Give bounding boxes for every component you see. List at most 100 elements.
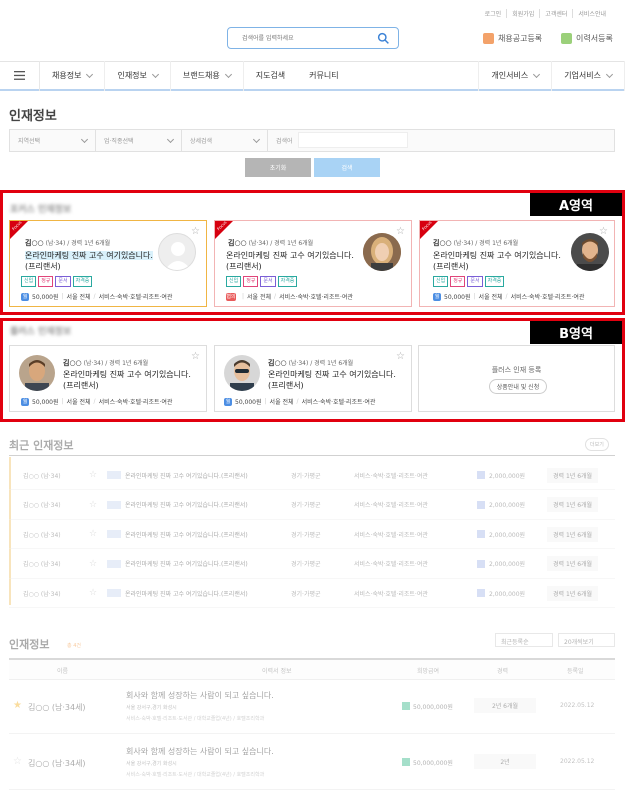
nav-talent-info[interactable]: 인재정보: [105, 60, 171, 91]
search-icon[interactable]: [377, 32, 390, 45]
doc-icon: [483, 33, 494, 44]
chevron-down-icon: [605, 70, 614, 78]
nav-corporate[interactable]: 기업서비스: [552, 60, 625, 91]
resume-title[interactable]: 온라인마케팅 진짜 고수 여기있습니다.(프리랜서): [125, 500, 248, 509]
table-row[interactable]: 김○○ (남·34) ☆ 온라인마케팅 진짜 고수 여기있습니다.(프리랜서) 경기·…: [9, 579, 615, 608]
pay-type-badge: [402, 758, 410, 766]
keyword-label: 검색어: [276, 138, 293, 145]
table-row[interactable]: 김○○ (남·34) ☆ 온라인마케팅 진짜 고수 여기있습니다.(프리랜서) 경기·…: [9, 461, 615, 490]
star-icon[interactable]: ☆: [89, 500, 97, 510]
table-row[interactable]: ☆ 김○○ (남·34세) 회사와 함께 성장하는 사람이 되고 싶습니다. 서울 강…: [9, 736, 615, 790]
career-chip: 경력 1년 6개월: [547, 526, 599, 542]
resume-icon: [107, 530, 121, 538]
table-row[interactable]: ★ 김○○ (남·34세) 회사와 함께 성장하는 사람이 되고 싶습니다. 서울 강…: [9, 680, 615, 734]
star-icon[interactable]: ☆: [89, 529, 97, 539]
recent-title: 최근 인재정보: [9, 439, 74, 452]
star-icon[interactable]: ☆: [599, 226, 608, 237]
page-title: 인재정보: [9, 109, 57, 124]
tag: 정규: [38, 276, 54, 287]
reset-button[interactable]: 초기화: [245, 158, 311, 177]
detail-select[interactable]: 상세검색: [182, 130, 268, 151]
field: 서비스·숙박·호텔·리조트·여관: [354, 561, 428, 568]
plus-card[interactable]: 김○○ (남·34) / 경력 1년 6개월 온라인마케팅 진짜 고수 여기있습…: [214, 345, 412, 412]
sort-select[interactable]: 최근등록순: [495, 633, 553, 647]
pay: 2,000,000원: [489, 472, 526, 480]
candidate-name: 김○○: [63, 359, 82, 367]
plus-apply-button[interactable]: 상품안내 및 신청: [489, 379, 547, 394]
avatar: [19, 355, 55, 391]
tag: 자격증: [72, 276, 93, 287]
nav-personal[interactable]: 개인서비스: [478, 60, 553, 91]
register-date: 2022.05.12: [560, 758, 595, 765]
support-link[interactable]: 고객센터: [539, 9, 572, 18]
focus-card[interactable]: Focus 김○○ (남·34) / 경력 1년 6개월 온라인마케팅 진짜 고…: [419, 220, 615, 307]
star-icon[interactable]: ☆: [13, 756, 22, 767]
avatar: [224, 355, 260, 391]
table-row[interactable]: 김○○ (남·34) ☆ 온라인마케팅 진짜 고수 여기있습니다.(프리랜서) 경기·…: [9, 491, 615, 520]
star-icon[interactable]: ☆: [89, 470, 97, 480]
signup-link[interactable]: 회원가입: [506, 9, 539, 18]
nav-job-info[interactable]: 채용정보: [40, 60, 106, 91]
search-button[interactable]: 검색: [314, 158, 380, 177]
pay-type-badge: [477, 559, 485, 568]
star-icon[interactable]: ☆: [191, 226, 200, 237]
salary-line: 월 50,000원 | 서울 전체 / 서비스·숙박·호텔·리조트·여관: [21, 397, 173, 406]
star-icon[interactable]: ☆: [89, 588, 97, 598]
chevron-down-icon: [533, 70, 541, 78]
region: 경기·가평군: [291, 472, 321, 480]
resume-title[interactable]: 온라인마케팅 진짜 고수 여기있습니다.(프리랜서): [125, 530, 248, 539]
candidate-meta: (남·34) / 경력 1년 6개월: [83, 360, 149, 367]
tag: 문서: [55, 276, 71, 287]
tag: 정규: [243, 276, 259, 287]
menu-icon[interactable]: [0, 60, 40, 91]
career-chip: 경력 1년 6개월: [547, 585, 599, 601]
keyword-input[interactable]: [298, 132, 408, 148]
resume-icon: [107, 559, 121, 568]
resume-button[interactable]: 이력서등록: [561, 33, 613, 44]
job-select[interactable]: 업·직종선택: [96, 130, 182, 151]
star-icon[interactable]: ★: [13, 700, 22, 711]
nav-brand[interactable]: 브랜드채용: [171, 60, 244, 91]
star-icon[interactable]: ☆: [89, 559, 97, 569]
career-chip: 경력 1년 6개월: [547, 467, 599, 483]
resume-title[interactable]: 온라인마케팅 진짜 고수 여기있습니다.(프리랜서): [25, 250, 165, 272]
table-row[interactable]: 김○○ (남·34) ☆ 온라인마케팅 진짜 고수 여기있습니다.(프리랜서) 경기·…: [9, 550, 615, 579]
candidate-name: 김○○ (남·34): [23, 590, 61, 598]
job-post-button[interactable]: 채용공고등록: [483, 33, 542, 44]
resume-title[interactable]: 회사와 함께 성장하는 사람이 되고 싶습니다.: [126, 690, 274, 701]
pay-type-badge: 월: [21, 397, 29, 406]
salary-line: 월 50,000원 | 서울 전체 / 서비스·숙박·호텔·리조트·여관: [224, 397, 376, 406]
more-button[interactable]: 더보기: [585, 438, 609, 451]
star-icon[interactable]: ☆: [396, 351, 405, 362]
tag: 정규: [450, 276, 466, 287]
pay-type-badge: [402, 702, 410, 710]
star-icon[interactable]: ☆: [396, 226, 405, 237]
nav-map[interactable]: 지도검색: [244, 61, 297, 91]
resume-title[interactable]: 온라인마케팅 진짜 고수 여기있습니다.(프리랜서): [63, 369, 203, 391]
star-icon[interactable]: ☆: [191, 351, 200, 362]
plus-card[interactable]: 김○○ (남·34) / 경력 1년 6개월 온라인마케팅 진짜 고수 여기있습…: [9, 345, 207, 412]
career-chip: 경력 1년 6개월: [547, 556, 599, 571]
resume-title[interactable]: 온라인마케팅 진짜 고수 여기있습니다.(프리랜서): [125, 471, 248, 480]
region-select[interactable]: 지역선택: [10, 130, 96, 151]
focus-card[interactable]: Focus 김○○ (남·34) / 경력 1년 6개월 온라인마케팅 진짜 고…: [9, 220, 207, 307]
search-input[interactable]: [228, 28, 368, 48]
login-link[interactable]: 로그인: [480, 9, 507, 18]
resume-title[interactable]: 온라인마케팅 진짜 고수 여기있습니다.(프리랜서): [433, 250, 573, 272]
candidate-name: 김○○: [25, 239, 44, 247]
resume-title[interactable]: 온라인마케팅 진짜 고수 여기있습니다.(프리랜서): [268, 369, 408, 391]
resume-title[interactable]: 회사와 함께 성장하는 사람이 되고 싶습니다.: [126, 746, 274, 757]
nav-community[interactable]: 커뮤니티: [297, 61, 350, 91]
resume-title[interactable]: 온라인마케팅 진짜 고수 여기있습니다.(프리랜서): [226, 250, 366, 272]
resume-title[interactable]: 온라인마케팅 진짜 고수 여기있습니다.(프리랜서): [125, 589, 248, 598]
pay-type-badge: 월: [224, 397, 232, 406]
focus-card[interactable]: Focus 김○○ (남·34) / 경력 1년 6개월 온라인마케팅 진짜 고…: [214, 220, 412, 307]
pay: 50,000,000원: [413, 704, 453, 711]
table-row[interactable]: 김○○ (남·34) ☆ 온라인마케팅 진짜 고수 여기있습니다.(프리랜서) 경기·…: [9, 520, 615, 549]
service-guide-link[interactable]: 서비스안내: [572, 9, 611, 18]
per-page-select[interactable]: 20개씩보기: [558, 633, 615, 647]
pay: 2,000,000원: [489, 590, 526, 598]
pay-type-badge: 월: [21, 292, 29, 301]
chevron-down-icon: [80, 135, 89, 143]
resume-title[interactable]: 온라인마케팅 진짜 고수 여기있습니다.(프리랜서): [125, 559, 248, 568]
